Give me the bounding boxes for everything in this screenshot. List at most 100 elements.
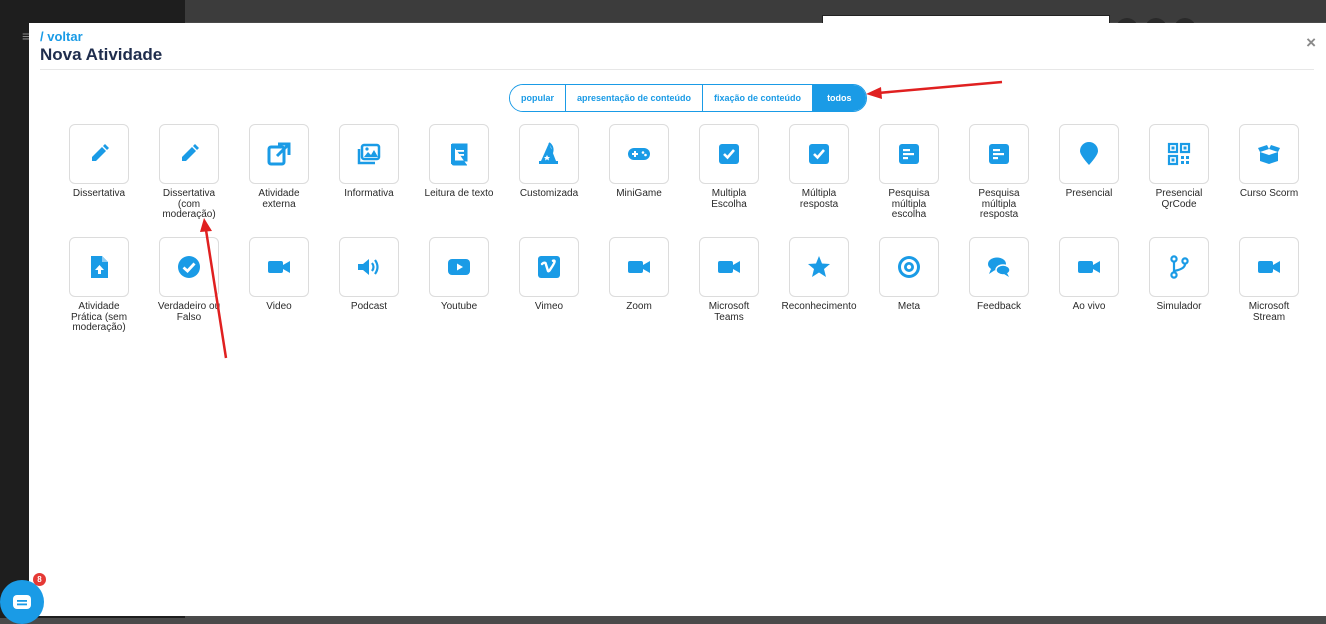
activity-tile-icon-box[interactable] [249, 237, 309, 297]
activity-tile[interactable]: Youtube [414, 237, 504, 334]
activity-tile-icon-box[interactable] [609, 124, 669, 184]
activity-tile[interactable]: Microsoft Stream [1224, 237, 1314, 334]
activity-tile-label: Microsoft Stream [1248, 301, 1290, 323]
activity-tile-icon-box[interactable] [519, 237, 579, 297]
activity-tile-icon-box[interactable] [1239, 237, 1299, 297]
activity-tile[interactable]: Presencial QrCode [1134, 124, 1224, 221]
activity-tile-label: Customizada [519, 188, 579, 199]
activity-tile[interactable]: Leitura de texto [414, 124, 504, 221]
activity-tile-icon-box[interactable] [339, 124, 399, 184]
target-icon [898, 256, 920, 278]
activity-tile[interactable]: Múltipla resposta [774, 124, 864, 221]
activity-tile-icon-box[interactable] [1059, 124, 1119, 184]
close-button[interactable]: × [1306, 33, 1316, 53]
book-icon [451, 143, 468, 166]
filter-tab-content-presentation[interactable]: apresentação de conteúdo [566, 85, 704, 111]
images-icon [357, 143, 381, 165]
activity-tile[interactable]: Simulador [1134, 237, 1224, 334]
activity-tile-label: Ao vivo [1072, 301, 1106, 312]
activity-tile-icon-box[interactable] [699, 237, 759, 297]
chat-icon [13, 595, 31, 609]
activity-tile-icon-box[interactable] [159, 237, 219, 297]
activity-tile-icon-box[interactable] [699, 124, 759, 184]
activity-tile-icon-box[interactable] [609, 237, 669, 297]
activity-tile-icon-box[interactable] [1149, 124, 1209, 184]
activity-tile[interactable]: Multipla Escolha [684, 124, 774, 221]
activity-tile-label: Atividade Prática (sem moderação) [70, 301, 128, 333]
activity-tile-icon-box[interactable] [429, 124, 489, 184]
divider [40, 69, 1314, 70]
check-circle-icon [178, 256, 200, 278]
activity-tile[interactable]: Verdadeiro ou Falso [144, 237, 234, 334]
activity-tile[interactable]: MiniGame [594, 124, 684, 221]
activity-tile-icon-box[interactable] [1149, 237, 1209, 297]
activity-tile[interactable]: Curso Scorm [1224, 124, 1314, 221]
star-icon [808, 256, 830, 277]
activity-tile-label: Vimeo [534, 301, 564, 312]
activity-tile-label: Presencial [1065, 188, 1113, 199]
activity-tile[interactable]: Ao vivo [1044, 237, 1134, 334]
activity-tile[interactable]: Vimeo [504, 237, 594, 334]
activity-tile-label: Podcast [350, 301, 388, 312]
activity-tile-icon-box[interactable] [969, 237, 1029, 297]
video-icon [628, 261, 650, 273]
activity-tile-icon-box[interactable] [879, 237, 939, 297]
activity-tile[interactable]: Podcast [324, 237, 414, 334]
file-upload-icon [91, 256, 108, 278]
filter-tab-content-fixation[interactable]: fixação de conteúdo [703, 85, 814, 111]
activity-tile-icon-box[interactable] [879, 124, 939, 184]
activity-tile[interactable]: Reconhecimento [774, 237, 864, 334]
activity-tile-icon-box[interactable] [1239, 124, 1299, 184]
vimeo-icon [538, 256, 560, 278]
check-square-icon [719, 144, 739, 164]
activity-tile-label: Atividade externa [258, 188, 300, 210]
activity-tile[interactable]: Video [234, 237, 324, 334]
activity-tile[interactable]: Pesquisa múltipla resposta [954, 124, 1044, 221]
activity-tile-icon-box[interactable] [69, 237, 129, 297]
activity-tile-icon-box[interactable] [1059, 237, 1119, 297]
check-square-icon [809, 144, 829, 164]
qrcode-icon [1167, 142, 1191, 166]
chat-button[interactable] [0, 580, 44, 624]
new-activity-modal: / voltar Nova Atividade × popular aprese… [29, 23, 1326, 616]
activity-tile-icon-box[interactable] [789, 124, 849, 184]
activity-tile[interactable]: Microsoft Teams [684, 237, 774, 334]
filter-tab-all[interactable]: todos [813, 85, 866, 111]
filter-tab-popular[interactable]: popular [510, 85, 566, 111]
activity-tile-label: Informativa [344, 188, 394, 199]
activity-tile-icon-box[interactable] [969, 124, 1029, 184]
back-link[interactable]: / voltar [40, 29, 83, 44]
activity-row: Dissertativa Dissertativa (com moderação)… [54, 124, 1314, 221]
video-icon [1258, 261, 1280, 273]
activity-tile-label: Leitura de texto [424, 188, 494, 199]
activity-tile[interactable]: Presencial [1044, 124, 1134, 221]
youtube-icon [448, 259, 470, 275]
activity-tile[interactable]: Feedback [954, 237, 1044, 334]
activity-tile[interactable]: Dissertativa (com moderação) [144, 124, 234, 221]
activity-tile-icon-box[interactable] [249, 124, 309, 184]
activity-tile[interactable]: Meta [864, 237, 954, 334]
activity-tile-icon-box[interactable] [339, 237, 399, 297]
video-icon [718, 261, 740, 273]
activity-tile-icon-box[interactable] [159, 124, 219, 184]
activity-tile-icon-box[interactable] [69, 124, 129, 184]
activity-tile-icon-box[interactable] [429, 237, 489, 297]
activity-tile[interactable]: Customizada [504, 124, 594, 221]
activity-tile-label: Meta [897, 301, 921, 312]
activity-tile-icon-box[interactable] [519, 124, 579, 184]
video-icon [1078, 261, 1100, 273]
activity-tile-label: Dissertativa (com moderação) [162, 188, 216, 220]
activity-tile[interactable]: Informativa [324, 124, 414, 221]
page-title: Nova Atividade [40, 45, 163, 64]
activity-tile[interactable]: Pesquisa múltipla escolha [864, 124, 954, 221]
poll-icon [989, 144, 1009, 164]
activity-tile[interactable]: Zoom [594, 237, 684, 334]
activity-tile[interactable]: Dissertativa [54, 124, 144, 221]
activity-tile-icon-box[interactable] [789, 237, 849, 297]
activity-tile-label: MiniGame [616, 188, 662, 199]
activity-tile-label: Curso Scorm [1239, 188, 1299, 199]
activity-tile-label: Dissertativa [72, 188, 126, 199]
box-open-icon [1258, 145, 1280, 164]
activity-tile[interactable]: Atividade Prática (sem moderação) [54, 237, 144, 334]
activity-tile[interactable]: Atividade externa [234, 124, 324, 221]
